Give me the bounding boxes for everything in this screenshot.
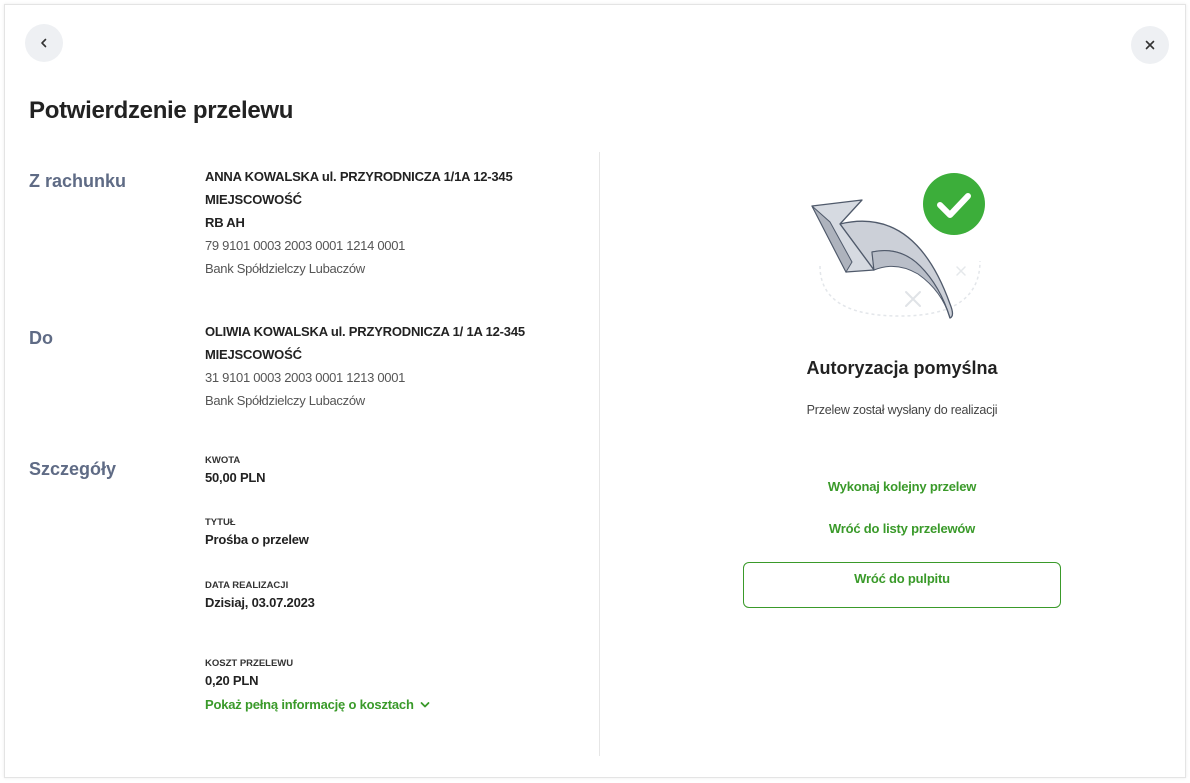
success-title: Autoryzacja pomyślna <box>806 358 998 378</box>
back-button[interactable] <box>25 24 63 62</box>
back-to-dashboard-label: Wróć do pulpitu <box>854 570 950 586</box>
new-transfer-link[interactable]: Wykonaj kolejny przelew <box>600 479 1190 494</box>
title-caption: TYTUŁ <box>205 517 236 528</box>
to-account-details: OLIWIA KOWALSKA ul. PRZYRODNICZA 1/ 1A 1… <box>205 320 525 412</box>
illustration-cross-small <box>956 266 966 276</box>
cost-field: KOSZT PRZELEWU 0,20 PLN <box>205 658 293 688</box>
page-title: Potwierdzenie przelewu <box>29 97 294 124</box>
from-name-line2: MIEJSCOWOŚĆ <box>205 192 302 207</box>
amount-caption: KWOTA <box>205 455 241 466</box>
date-caption: DATA REALIZACJI <box>205 580 289 591</box>
from-account-name: RB AH <box>205 215 245 230</box>
from-account-label: Z rachunku <box>29 171 127 191</box>
chevron-left-icon <box>41 38 47 48</box>
cost-info-link[interactable]: Pokaż pełną informację o kosztach <box>205 697 430 712</box>
date-value: Dzisiaj, 03.07.2023 <box>205 595 315 610</box>
back-to-dashboard-button[interactable]: Wróć do pulpitu <box>743 562 1061 608</box>
date-field: DATA REALIZACJI Dzisiaj, 03.07.2023 <box>205 580 315 610</box>
to-account-number: 31 9101 0003 2003 0001 1213 0001 <box>205 370 406 385</box>
from-account-details: ANNA KOWALSKA ul. PRZYRODNICZA 1/1A 12-3… <box>205 165 513 280</box>
from-account-number: 79 9101 0003 2003 0001 1214 0001 <box>205 238 406 253</box>
cost-value: 0,20 PLN <box>205 673 259 688</box>
close-icon <box>1145 40 1155 50</box>
title-field: TYTUŁ Prośba o przelew <box>205 517 309 547</box>
details-label: Szczegóły <box>29 459 117 479</box>
to-account-label: Do <box>29 328 53 348</box>
back-to-transfers-link[interactable]: Wróć do listy przelewów <box>600 521 1190 536</box>
to-name-line2: MIEJSCOWOŚĆ <box>205 347 302 362</box>
cost-info-link-label: Pokaż pełną informację o kosztach <box>205 697 414 712</box>
from-name-line1: ANNA KOWALSKA ul. PRZYRODNICZA 1/1A 12-3… <box>205 169 513 184</box>
title-value: Prośba o przelew <box>205 532 309 547</box>
cost-caption: KOSZT PRZELEWU <box>205 658 294 669</box>
amount-field: KWOTA 50,00 PLN <box>205 455 266 485</box>
to-bank-name: Bank Spółdzielczy Lubaczów <box>205 393 365 408</box>
success-subtitle: Przelew został wysłany do realizacji <box>806 403 998 417</box>
illustration-cross-large <box>905 291 921 307</box>
amount-value: 50,00 PLN <box>205 470 266 485</box>
to-name-line1: OLIWIA KOWALSKA ul. PRZYRODNICZA 1/ 1A 1… <box>205 324 525 339</box>
from-bank-name: Bank Spółdzielczy Lubaczów <box>205 261 365 276</box>
success-illustration <box>811 173 985 319</box>
column-divider <box>599 152 600 756</box>
check-circle-icon <box>923 173 985 235</box>
chevron-down-icon <box>420 701 430 707</box>
close-button[interactable] <box>1131 26 1169 64</box>
